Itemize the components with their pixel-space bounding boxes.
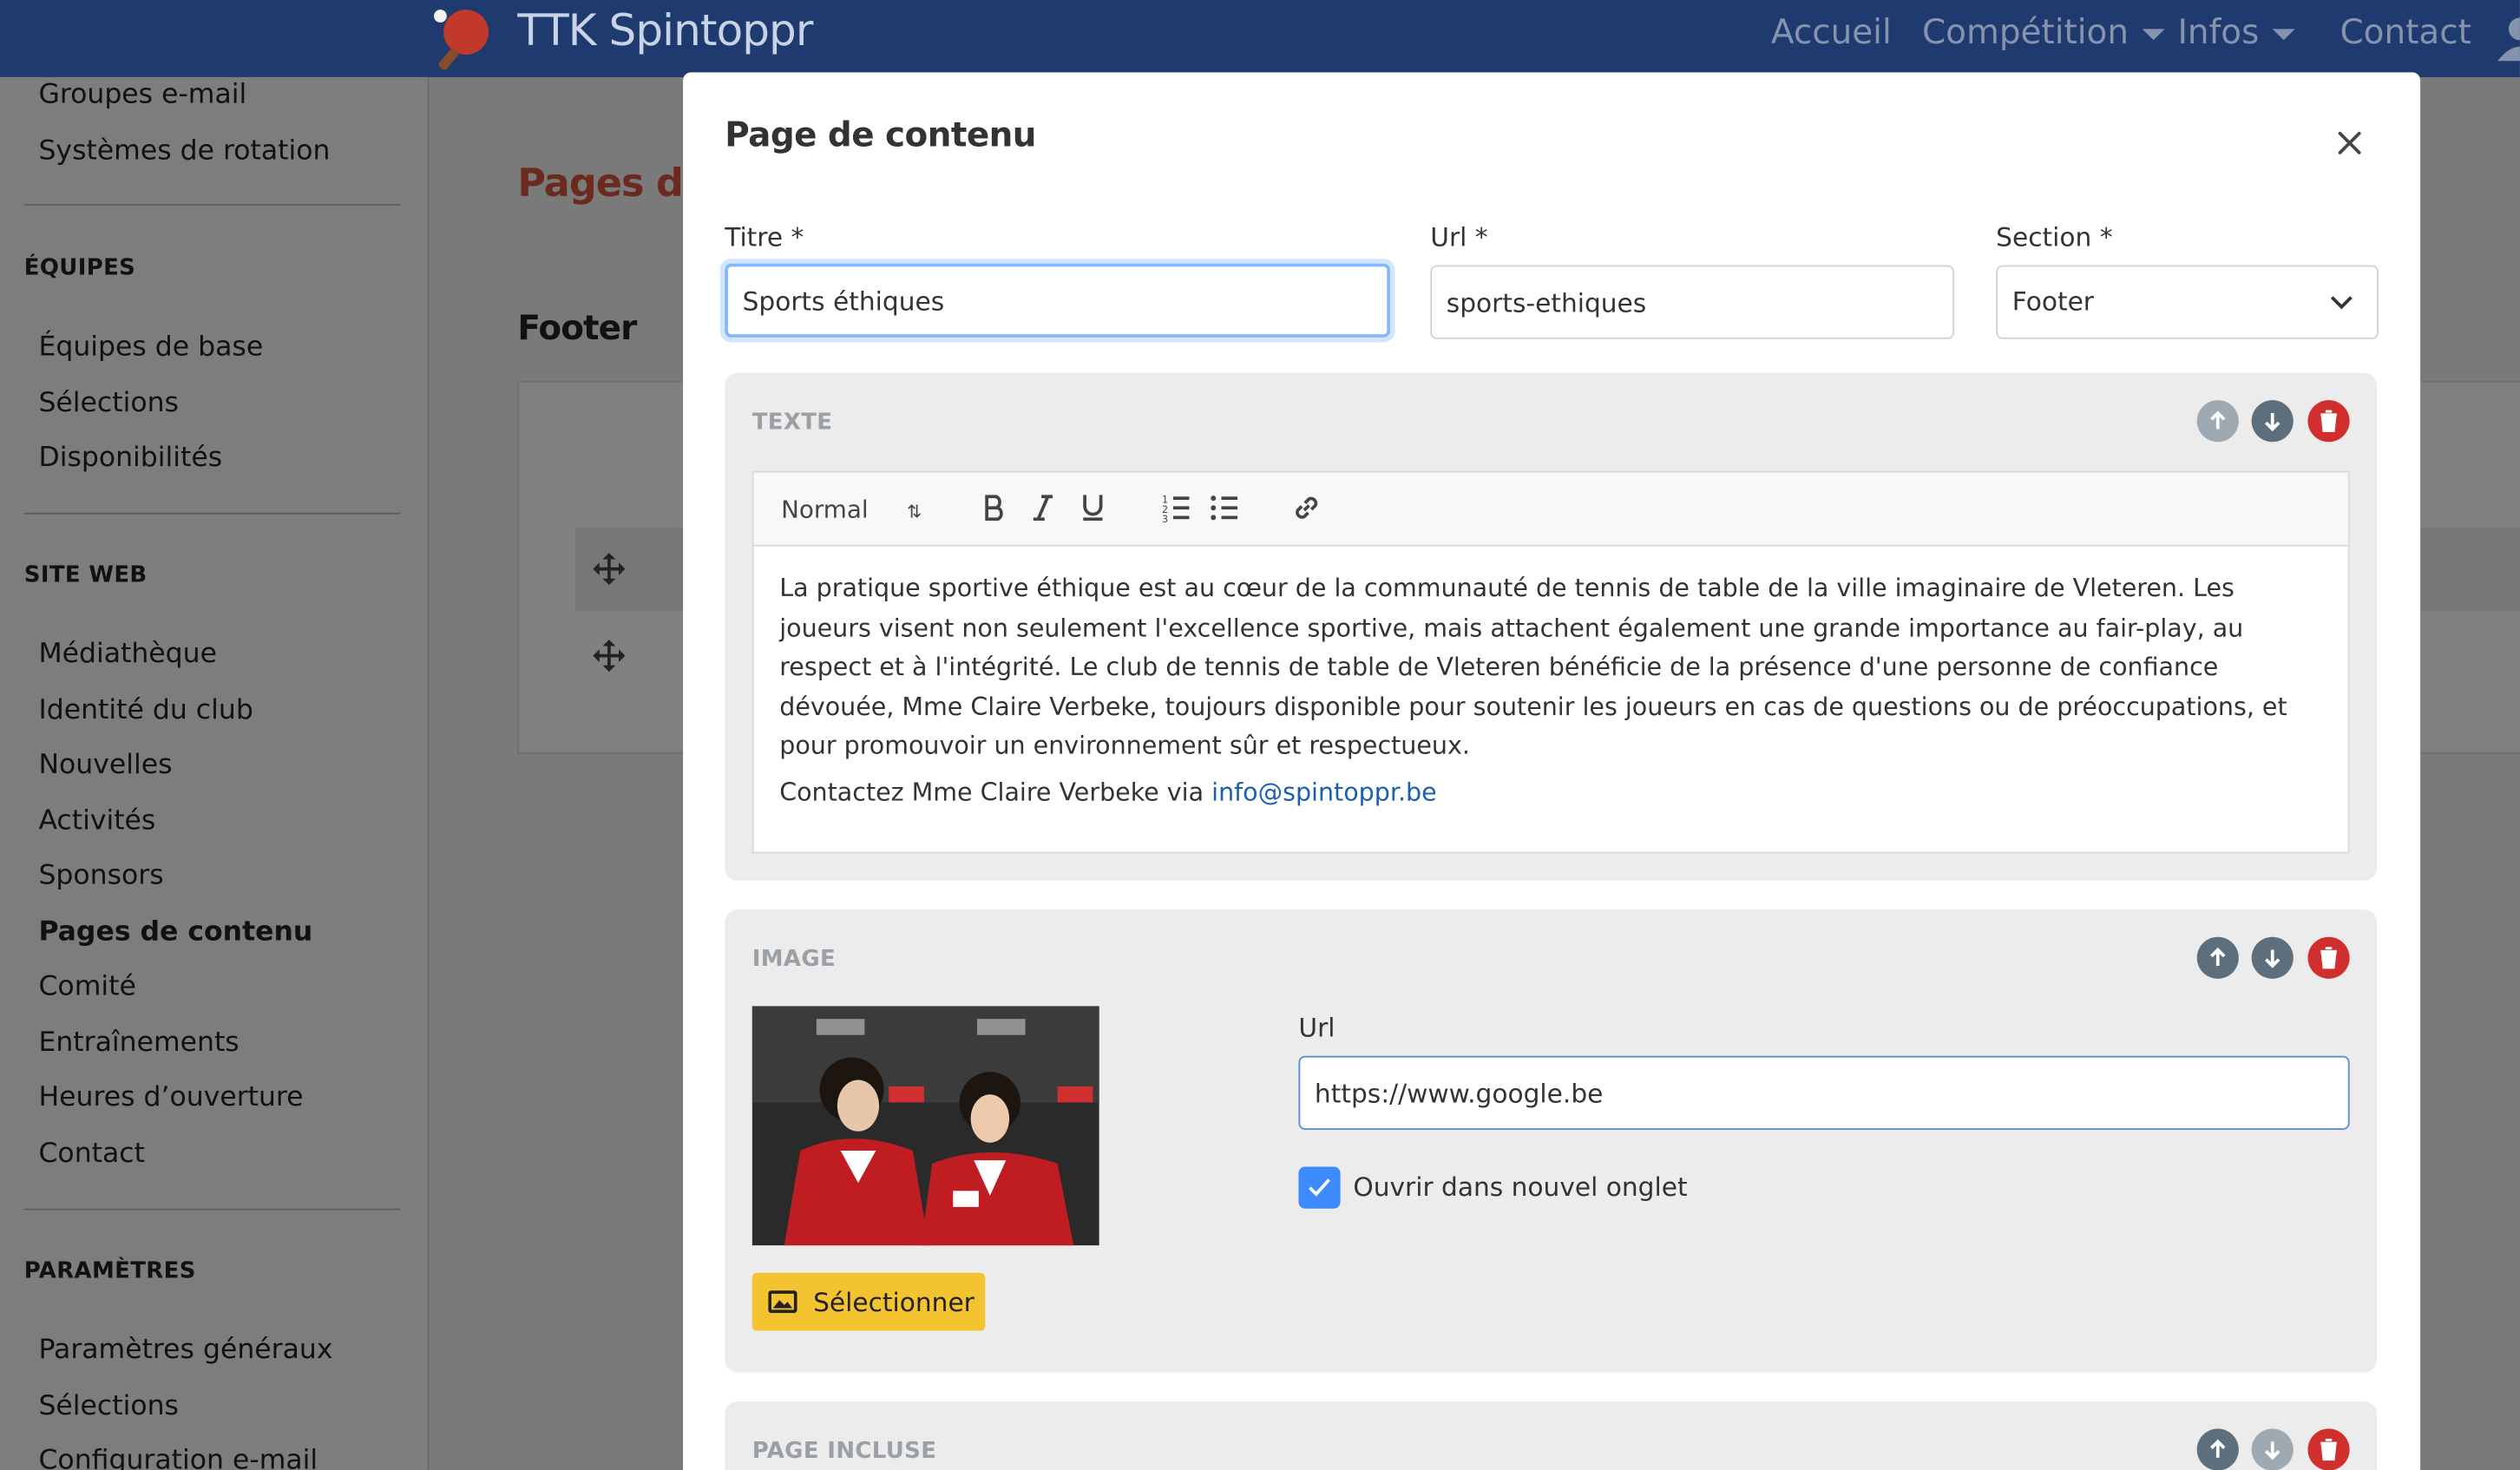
content-page-modal: Page de contenu Titre * Url * Section * …	[683, 72, 2421, 1470]
bullet-list-icon[interactable]	[1211, 494, 1239, 522]
trash-icon	[2320, 410, 2337, 432]
sidebar-item-configuration-email[interactable]: Configuration e-mail	[38, 1445, 318, 1470]
move-up-button[interactable]	[2196, 1428, 2239, 1470]
chevron-down-icon	[2272, 28, 2295, 40]
titre-label: Titre *	[725, 221, 804, 253]
editor-toolbar: Normal ⇅ 123	[753, 472, 2348, 547]
sidebar-item-activites[interactable]: Activités	[38, 805, 155, 837]
brand-name[interactable]: TTK Spintoppr	[517, 6, 813, 56]
modal-title: Page de contenu	[725, 115, 1036, 154]
close-icon[interactable]	[2332, 125, 2367, 161]
bold-icon[interactable]	[982, 494, 1008, 522]
delete-button[interactable]	[2307, 936, 2350, 979]
move-up-button[interactable]	[2196, 400, 2239, 443]
nav-competition[interactable]: Compétition	[1922, 13, 2164, 51]
section-footer-heading: Footer	[517, 308, 637, 348]
rich-text-editor[interactable]: Normal ⇅ 123 La pratique sportive éthique…	[751, 470, 2350, 854]
sidebar-item-equipes-base[interactable]: Équipes de base	[38, 331, 263, 364]
sidebar: Groupes e-mail Systèmes de rotation ÉQUI…	[0, 76, 430, 1470]
trash-icon	[2320, 1438, 2337, 1461]
section-select-value: Footer	[2011, 285, 2094, 317]
nav-infos[interactable]: Infos	[2177, 13, 2295, 51]
delete-button[interactable]	[2307, 1428, 2350, 1470]
url-label: Url *	[1430, 221, 1488, 253]
image-block: IMAGE Sélectionner Url https://www.googl…	[725, 909, 2378, 1373]
sidebar-item-sponsors[interactable]: Sponsors	[38, 860, 163, 892]
format-select-value: Normal	[781, 495, 869, 524]
chevron-down-icon	[2330, 296, 2353, 310]
sidebar-item-selections-params[interactable]: Sélections	[38, 1390, 179, 1422]
new-tab-label: Ouvrir dans nouvel onglet	[1353, 1171, 1688, 1203]
move-down-button[interactable]	[2251, 400, 2294, 443]
arrow-down-icon	[2265, 412, 2280, 432]
user-icon[interactable]	[2494, 16, 2520, 62]
sidebar-item-contact[interactable]: Contact	[38, 1138, 144, 1170]
sidebar-item-systemes-rotation[interactable]: Systèmes de rotation	[38, 135, 330, 167]
move-up-button[interactable]	[2196, 936, 2239, 979]
format-select[interactable]: Normal ⇅	[781, 495, 922, 523]
link-icon[interactable]	[1292, 494, 1321, 522]
arrow-up-icon	[2210, 1439, 2226, 1458]
arrow-up-icon	[2210, 947, 2226, 967]
sidebar-section-site-web: SITE WEB	[23, 562, 148, 588]
sidebar-item-identite[interactable]: Identité du club	[38, 694, 253, 726]
select-image-button[interactable]: Sélectionner	[751, 1272, 986, 1331]
contact-prefix: Contactez Mme Claire Verbeke via	[779, 778, 1204, 807]
image-icon	[768, 1290, 797, 1314]
text-block: TEXTE Normal ⇅ 123 La pratique sportive …	[725, 372, 2378, 881]
image-url-input[interactable]	[1298, 1055, 2350, 1130]
table-row	[2420, 527, 2520, 611]
sidebar-item-comite[interactable]: Comité	[38, 971, 135, 1003]
sidebar-divider	[23, 204, 401, 207]
included-block-title: PAGE INCLUSE	[751, 1438, 937, 1465]
arrow-down-icon	[2265, 1441, 2280, 1460]
italic-icon[interactable]	[1030, 494, 1056, 522]
sidebar-item-groupes-email[interactable]: Groupes e-mail	[38, 79, 246, 111]
move-down-button[interactable]	[2251, 936, 2294, 979]
section-label: Section *	[1996, 221, 2113, 253]
delete-button[interactable]	[2307, 400, 2350, 443]
top-navbar: TTK Spintoppr Accueil Compétition Infos …	[0, 0, 2520, 77]
trash-icon	[2320, 947, 2337, 969]
underline-icon[interactable]	[1080, 494, 1106, 522]
new-tab-checkbox[interactable]	[1298, 1166, 1341, 1209]
move-down-button[interactable]	[2251, 1428, 2294, 1470]
checkmark-icon	[1309, 1178, 1330, 1197]
image-block-title: IMAGE	[751, 946, 837, 973]
sidebar-section-equipes: ÉQUIPES	[23, 255, 136, 282]
chevron-down-icon	[2141, 28, 2164, 40]
arrow-down-icon	[2265, 949, 2280, 968]
contact-email-link[interactable]: info@spintoppr.be	[1211, 778, 1436, 806]
editor-paragraph: La pratique sportive éthique est au cœur…	[779, 574, 2287, 760]
included-page-block: PAGE INCLUSE	[725, 1401, 2378, 1470]
svg-text:3: 3	[1162, 514, 1168, 522]
ordered-list-icon[interactable]: 123	[1162, 494, 1191, 522]
text-block-title: TEXTE	[751, 410, 833, 436]
select-image-label: Sélectionner	[813, 1286, 975, 1317]
sidebar-item-disponibilites[interactable]: Disponibilités	[38, 442, 222, 474]
sidebar-item-pages-contenu[interactable]: Pages de contenu	[38, 916, 312, 948]
move-icon[interactable]	[592, 638, 627, 673]
image-preview	[751, 1006, 1099, 1246]
sidebar-item-selections[interactable]: Sélections	[38, 387, 179, 419]
sidebar-section-parametres: PARAMÈTRES	[23, 1258, 196, 1284]
sidebar-item-nouvelles[interactable]: Nouvelles	[38, 749, 172, 781]
image-url-label: Url	[1298, 1012, 1335, 1043]
nav-contact[interactable]: Contact	[2340, 13, 2471, 51]
nav-accueil[interactable]: Accueil	[1771, 13, 1892, 51]
arrow-up-icon	[2210, 410, 2226, 430]
editor-contact-line: Contactez Mme Claire Verbeke via info@sp…	[779, 778, 1436, 806]
sidebar-divider	[23, 1208, 401, 1211]
sidebar-item-entrainements[interactable]: Entraînements	[38, 1027, 239, 1059]
url-input[interactable]	[1430, 265, 1955, 339]
move-icon[interactable]	[592, 551, 627, 587]
sidebar-item-parametres-generaux[interactable]: Paramètres généraux	[38, 1334, 332, 1366]
sidebar-divider	[23, 512, 401, 515]
section-select[interactable]: Footer	[1996, 265, 2379, 339]
sidebar-item-heures-ouverture[interactable]: Heures d’ouverture	[38, 1081, 303, 1113]
titre-input[interactable]	[725, 263, 1390, 338]
ping-pong-logo-icon	[434, 10, 489, 70]
sidebar-item-mediatheque[interactable]: Médiathèque	[38, 638, 217, 670]
